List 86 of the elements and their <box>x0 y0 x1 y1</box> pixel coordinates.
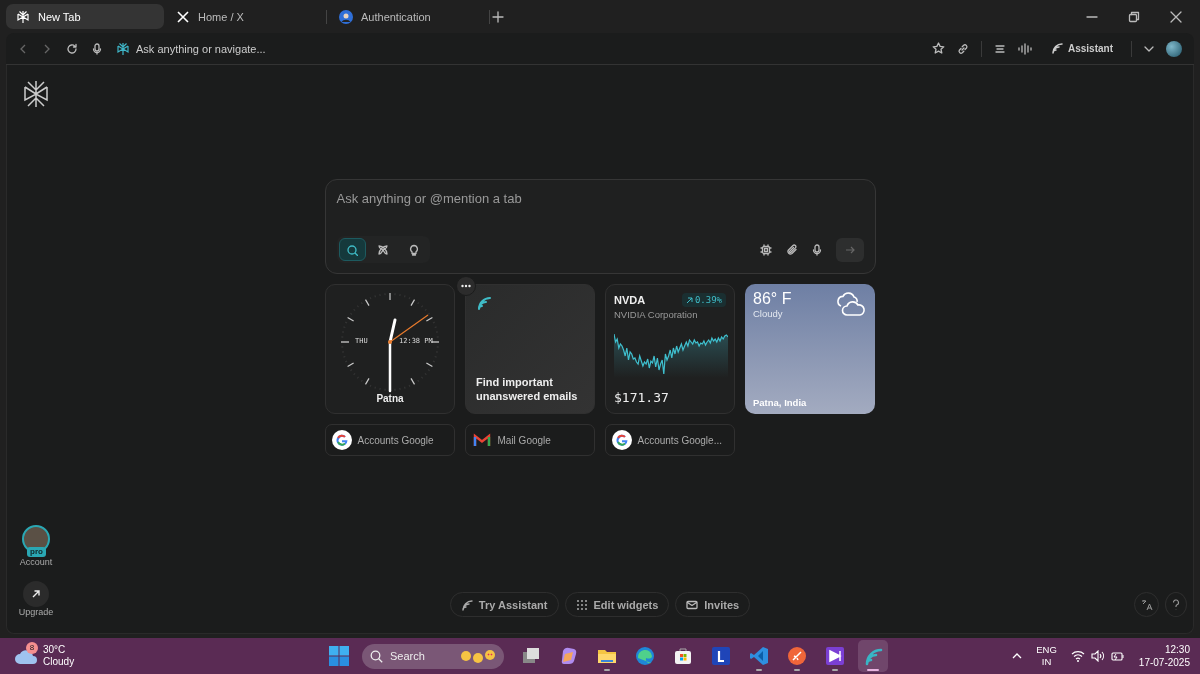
shortcut-tile[interactable]: Mail Google <box>464 424 595 456</box>
taskbar-condition[interactable]: Cloudy <box>43 656 75 668</box>
envelope-m-icon <box>472 433 491 447</box>
search-icon <box>370 649 383 663</box>
signal-arcs-icon <box>460 598 473 611</box>
arrow-right-icon <box>844 244 855 255</box>
address-bar[interactable]: Ask anything or navigate... <box>136 42 266 55</box>
taskbar-search-field[interactable]: Search <box>362 643 504 669</box>
language-indicator[interactable]: ENG IN <box>1036 644 1057 668</box>
crossed-loops-icon <box>377 243 389 256</box>
new-tab-plus-icon[interactable] <box>492 10 504 23</box>
stock-widget[interactable]: NVDA 0.39% NVIDIA Corporation $171.37 <box>605 284 735 414</box>
l-letter-icon <box>711 646 731 666</box>
star-icon[interactable] <box>932 42 945 55</box>
stock-ticker: NVDA <box>614 294 646 306</box>
asterisk-logo-icon <box>22 79 50 109</box>
play-bow-icon <box>825 646 845 666</box>
more-options-button[interactable] <box>456 276 476 296</box>
signal-arcs-icon <box>1050 42 1063 55</box>
restore-icon[interactable] <box>1128 10 1140 23</box>
waveform-icon[interactable] <box>1018 42 1032 55</box>
signal-arcs-icon <box>863 646 883 666</box>
microphone-icon[interactable] <box>92 42 102 55</box>
signal-arcs-icon <box>476 295 492 311</box>
email-prompt-text: Find important unanswered emails <box>476 375 579 403</box>
email-widget[interactable]: Find important unanswered emails <box>465 284 595 414</box>
close-icon[interactable] <box>1170 10 1182 23</box>
chevron-down-icon[interactable] <box>1144 44 1154 53</box>
taskbar-app[interactable] <box>858 640 888 672</box>
prompt-placeholder[interactable]: Ask anything or @mention a tab <box>336 191 864 206</box>
search-icon <box>346 243 358 256</box>
ellipsis-icon <box>461 284 471 288</box>
arrow-up-right-icon <box>685 296 693 304</box>
browser-tab[interactable]: Authentication <box>329 4 487 29</box>
envelope-icon <box>686 598 699 611</box>
dot-grid-icon <box>575 598 588 611</box>
browser-tab[interactable]: Home / X <box>166 4 324 29</box>
shortcut-tile[interactable]: Accounts Google... <box>604 424 735 456</box>
link-icon[interactable] <box>957 42 969 55</box>
assistant-button[interactable]: Assistant <box>1044 41 1119 56</box>
reload-icon[interactable] <box>66 42 78 55</box>
x-logo-icon <box>176 9 190 24</box>
lines-icon[interactable] <box>994 42 1006 55</box>
taskbar-clock[interactable]: 12:30 17-07-2025 <box>1138 643 1190 669</box>
chip-icon[interactable] <box>759 243 772 256</box>
prompt-box[interactable]: Ask anything or @mention a tab <box>324 179 876 274</box>
windows-stack-icon <box>521 646 541 666</box>
upgrade-label[interactable]: Upgrade <box>18 607 54 617</box>
weather-location: Patna, India <box>753 397 808 408</box>
company-name: NVIDIA Corporation <box>614 309 699 320</box>
chevron-up-icon[interactable] <box>1012 652 1023 660</box>
ribbon-logo-icon <box>749 646 769 666</box>
google-g-icon <box>614 433 629 447</box>
mode-toggle[interactable] <box>338 238 366 261</box>
browser-tab[interactable]: New Tab <box>6 4 164 29</box>
asterisk-logo-icon <box>16 9 30 24</box>
stock-change: 0.39% <box>681 293 726 307</box>
avatar-icon <box>339 9 353 24</box>
translate-icon <box>1140 598 1153 611</box>
light-bulb-icon <box>408 243 420 256</box>
battery-plug-icon[interactable] <box>1110 650 1125 662</box>
notification-badge: 8 <box>26 642 38 654</box>
cloud-icon <box>14 647 38 665</box>
stock-price: $171.37 <box>614 390 670 405</box>
question-mark-icon <box>1172 598 1180 611</box>
taskbar-temperature[interactable]: 30°C <box>43 644 75 656</box>
upgrade-button[interactable] <box>23 581 49 607</box>
globe-orb-icon[interactable] <box>1166 40 1182 57</box>
account-label[interactable]: Account <box>19 557 53 567</box>
wave-circle-icon <box>635 646 655 666</box>
cloud-icon <box>835 290 867 316</box>
microphone-icon[interactable] <box>811 243 822 256</box>
temperature: 86° F <box>753 290 792 308</box>
clock-city: Patna <box>376 393 404 404</box>
arrow-up-right-icon <box>31 589 41 599</box>
pro-badge: pro <box>27 547 46 557</box>
wifi-icon[interactable] <box>1070 650 1085 662</box>
shopping-bag-icon <box>673 646 693 666</box>
shortcut-tile[interactable]: Accounts Google <box>324 424 455 456</box>
speaker-icon[interactable] <box>1090 650 1105 662</box>
weather-widget[interactable]: 86° F Cloudy Patna, India <box>745 284 875 414</box>
weather-condition: Cloudy <box>753 308 784 319</box>
paperclip-icon[interactable] <box>785 243 798 256</box>
google-g-icon <box>334 433 349 447</box>
asterisk-logo-icon <box>116 41 130 56</box>
windows-logo-icon <box>329 646 349 666</box>
